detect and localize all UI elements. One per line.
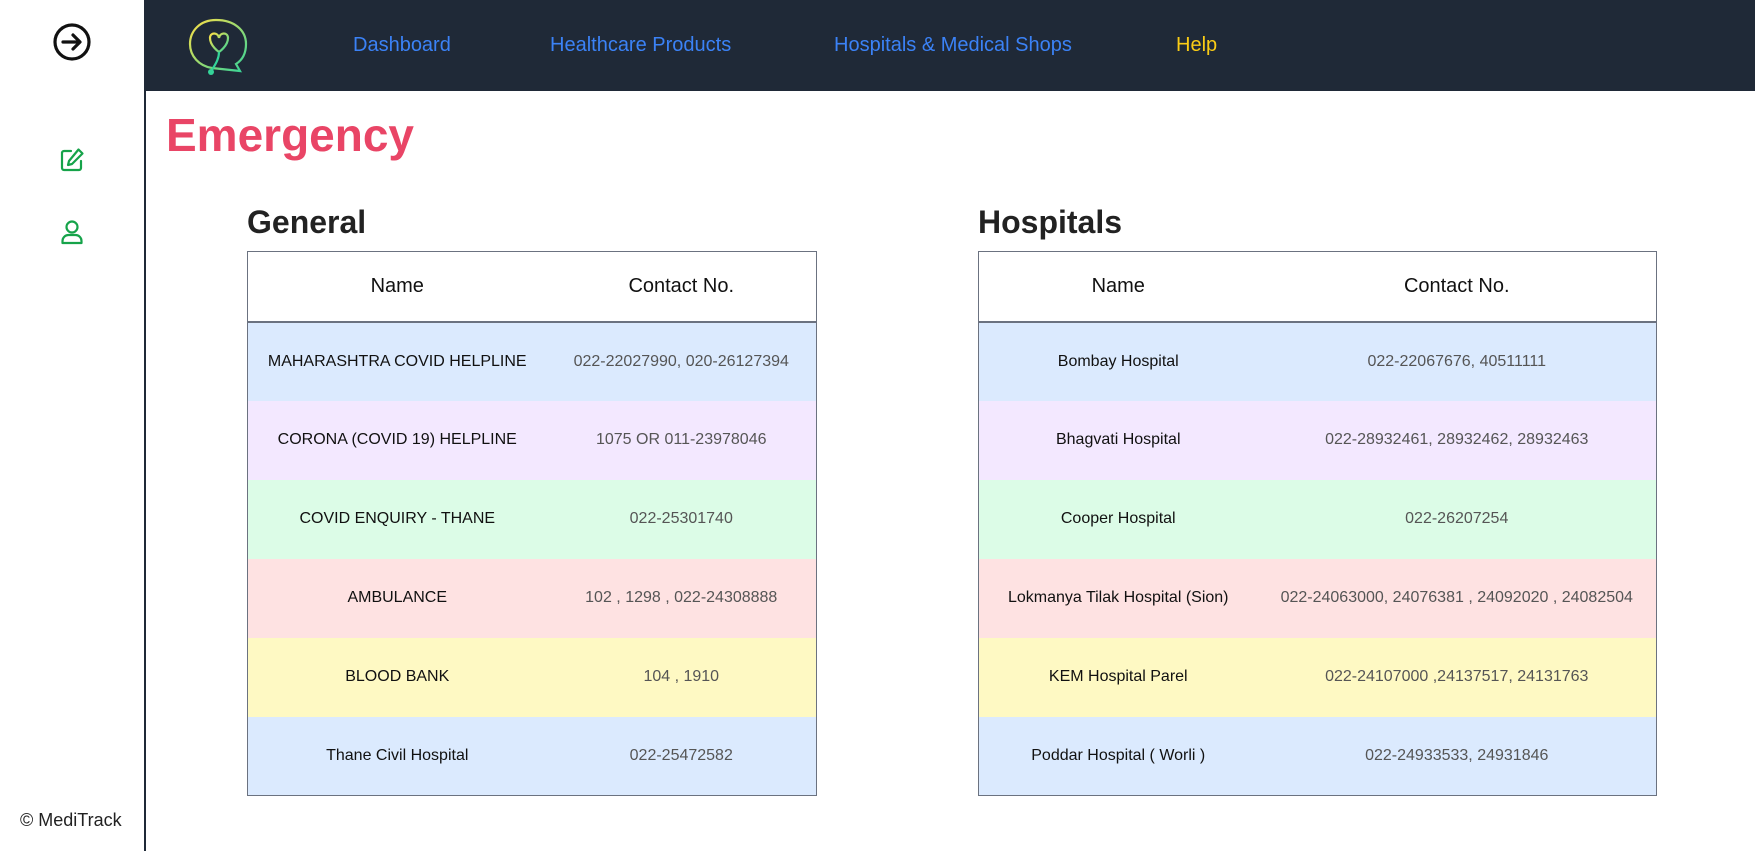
row-contact: 022-25472582 [546,716,817,796]
table-row: AMBULANCE 102 , 1298 , 022-24308888 [247,558,817,638]
row-name: BLOOD BANK [247,637,547,717]
row-name: Lokmanya Tilak Hospital (Sion) [978,558,1258,638]
table-header-row: Name Contact No. [978,251,1657,323]
row-contact: 1075 OR 011-23978046 [546,400,817,480]
row-contact: 102 , 1298 , 022-24308888 [546,558,817,638]
table-row: BLOOD BANK 104 , 1910 [247,637,817,717]
meditrack-logo-icon[interactable] [186,16,252,78]
column-header-contact: Contact No. [1257,251,1657,323]
nav-dashboard[interactable]: Dashboard [353,34,451,57]
row-name: Poddar Hospital ( Worli ) [978,716,1258,796]
nav-healthcare-products[interactable]: Healthcare Products [550,34,731,57]
edit-icon[interactable] [59,147,85,173]
table-row: Lokmanya Tilak Hospital (Sion) 022-24063… [978,558,1657,638]
general-section-title: General [247,204,367,240]
table-row: CORONA (COVID 19) HELPLINE 1075 OR 011-2… [247,400,817,480]
hospitals-contacts-table: Name Contact No. Bombay Hospital 022-220… [978,251,1657,796]
row-contact: 022-22067676, 40511111 [1257,321,1657,401]
copyright-text: © MediTrack [20,810,122,830]
table-row: Bhagvati Hospital 022-28932461, 28932462… [978,400,1657,480]
table-row: Bombay Hospital 022-22067676, 40511111 [978,321,1657,401]
table-row: KEM Hospital Parel 022-24107000 ,2413751… [978,637,1657,717]
row-name: KEM Hospital Parel [978,637,1258,717]
row-contact: 022-22027990, 020-26127394 [546,321,817,401]
column-header-name: Name [978,251,1258,323]
row-contact: 022-26207254 [1257,479,1657,559]
row-name: COVID ENQUIRY - THANE [247,479,547,559]
row-name: AMBULANCE [247,558,547,638]
row-name: Bhagvati Hospital [978,400,1258,480]
sidebar: © MediTrack [0,0,146,851]
row-contact: 104 , 1910 [546,637,817,717]
user-icon[interactable] [59,219,85,245]
row-name: MAHARASHTRA COVID HELPLINE [247,321,547,401]
page-title: Emergency [166,109,415,161]
row-contact: 022-24933533, 24931846 [1257,716,1657,796]
row-contact: 022-25301740 [546,479,817,559]
general-contacts-table: Name Contact No. MAHARASHTRA COVID HELPL… [247,251,817,796]
row-name: CORONA (COVID 19) HELPLINE [247,400,547,480]
table-row: Poddar Hospital ( Worli ) 022-24933533, … [978,716,1657,796]
table-row: MAHARASHTRA COVID HELPLINE 022-22027990,… [247,321,817,401]
nav-help[interactable]: Help [1176,34,1217,57]
table-row: Cooper Hospital 022-26207254 [978,479,1657,559]
row-name: Thane Civil Hospital [247,716,547,796]
row-name: Cooper Hospital [978,479,1258,559]
column-header-contact: Contact No. [546,251,817,323]
column-header-name: Name [247,251,547,323]
arrow-right-circle-icon[interactable] [52,22,92,62]
row-contact: 022-24107000 ,24137517, 24131763 [1257,637,1657,717]
table-row: Thane Civil Hospital 022-25472582 [247,716,817,796]
hospitals-section-title: Hospitals [978,204,1123,240]
top-navbar: Dashboard Healthcare Products Hospitals … [146,0,1755,91]
table-row: COVID ENQUIRY - THANE 022-25301740 [247,479,817,559]
row-contact: 022-24063000, 24076381 , 24092020 , 2408… [1257,558,1657,638]
table-header-row: Name Contact No. [247,251,817,323]
nav-hospitals-medical-shops[interactable]: Hospitals & Medical Shops [834,34,1072,57]
row-name: Bombay Hospital [978,321,1258,401]
row-contact: 022-28932461, 28932462, 28932463 [1257,400,1657,480]
